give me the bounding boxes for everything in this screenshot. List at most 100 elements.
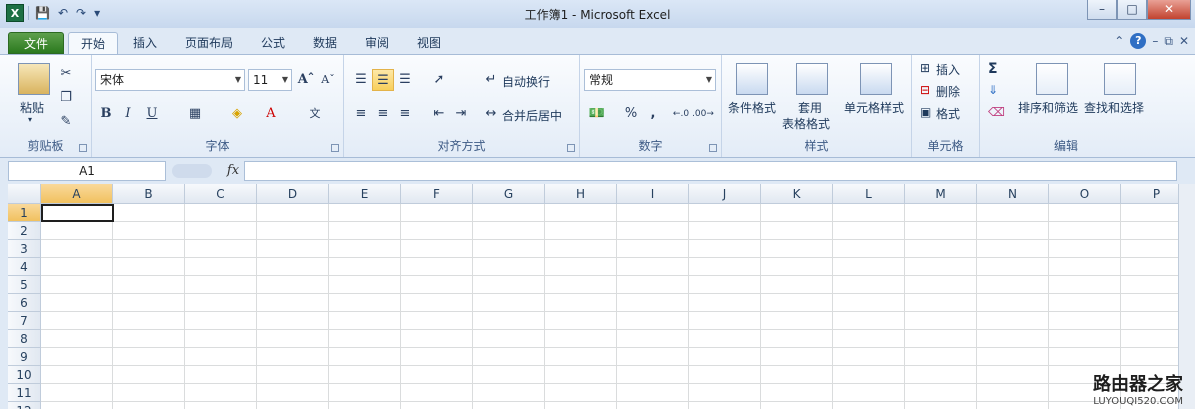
row-header[interactable]: 6 (8, 294, 41, 312)
column-header[interactable]: N (977, 184, 1049, 204)
italic-button[interactable]: I (117, 103, 139, 125)
name-box[interactable]: A1 (8, 161, 166, 181)
maximize-button[interactable]: □ (1117, 0, 1147, 20)
tab-view[interactable]: 视图 (408, 32, 450, 54)
align-middle-icon[interactable]: ☰ (372, 69, 394, 91)
insert-cells-icon[interactable]: ⊞ (920, 61, 930, 75)
paste-icon[interactable] (18, 63, 50, 95)
column-header[interactable]: E (329, 184, 401, 204)
number-format-combo[interactable]: 常规 ▼ (584, 69, 716, 91)
font-launcher-icon[interactable] (331, 144, 339, 152)
tab-home[interactable]: 开始 (68, 32, 118, 54)
insert-function-button[interactable]: fx (222, 161, 244, 181)
column-header[interactable]: I (617, 184, 689, 204)
row-header[interactable]: 5 (8, 276, 41, 294)
row-header[interactable]: 7 (8, 312, 41, 330)
row-header[interactable]: 4 (8, 258, 41, 276)
decrease-decimal-icon[interactable]: .00→ (692, 103, 714, 125)
column-header[interactable]: D (257, 184, 329, 204)
merge-center-icon[interactable]: ↔ (480, 103, 502, 125)
conditional-format-icon[interactable] (736, 63, 768, 95)
row-header[interactable]: 3 (8, 240, 41, 258)
increase-indent-icon[interactable]: ⇥ (450, 103, 472, 125)
tab-page-layout[interactable]: 页面布局 (176, 32, 242, 54)
clear-icon[interactable]: ⌫ (988, 105, 1005, 119)
column-header[interactable]: H (545, 184, 617, 204)
paste-button[interactable]: 粘贴 (20, 99, 44, 116)
workbook-minimize-icon[interactable]: – (1152, 34, 1158, 48)
formula-input[interactable] (244, 161, 1177, 181)
column-header[interactable]: O (1049, 184, 1121, 204)
cell-styles-button[interactable]: 单元格样式 (844, 99, 904, 116)
column-header[interactable]: G (473, 184, 545, 204)
sort-filter-button[interactable]: 排序和筛选 (1018, 99, 1078, 116)
paste-dropdown-icon[interactable]: ▾ (28, 115, 32, 124)
decrease-indent-icon[interactable]: ⇤ (428, 103, 450, 125)
close-button[interactable]: ✕ (1147, 0, 1191, 20)
find-select-icon[interactable] (1104, 63, 1136, 95)
tab-data[interactable]: 数据 (304, 32, 346, 54)
sort-filter-icon[interactable] (1036, 63, 1068, 95)
number-launcher-icon[interactable] (709, 144, 717, 152)
find-select-button[interactable]: 查找和选择 (1084, 99, 1144, 116)
font-size-combo[interactable]: 11 ▼ (248, 69, 292, 91)
font-name-combo[interactable]: 宋体 ▼ (95, 69, 245, 91)
align-right-icon[interactable]: ≡ (394, 103, 416, 125)
column-header[interactable]: P (1121, 184, 1178, 204)
select-all-button[interactable] (8, 184, 41, 204)
column-header[interactable]: C (185, 184, 257, 204)
align-left-icon[interactable]: ≡ (350, 103, 372, 125)
row-header[interactable]: 12 (8, 402, 41, 409)
minimize-button[interactable]: – (1087, 0, 1117, 20)
column-header[interactable]: J (689, 184, 761, 204)
row-header[interactable]: 11 (8, 384, 41, 402)
grow-font-icon[interactable]: Aˆ (295, 69, 317, 91)
row-header[interactable]: 9 (8, 348, 41, 366)
borders-icon[interactable]: ▦ (184, 103, 206, 125)
phonetic-icon[interactable]: 文 (304, 103, 326, 125)
wrap-text-icon[interactable]: ↵ (480, 69, 502, 91)
wrap-text-button[interactable]: 自动换行 (502, 73, 550, 90)
column-header[interactable]: L (833, 184, 905, 204)
help-icon[interactable]: ? (1130, 33, 1147, 49)
copy-icon[interactable]: ❐ (55, 87, 77, 109)
format-as-table-label-2[interactable]: 表格格式 (782, 115, 830, 132)
accounting-format-icon[interactable]: 💵 (586, 103, 608, 125)
underline-button[interactable]: U (141, 103, 163, 125)
comma-button[interactable]: , (642, 103, 664, 125)
autosum-icon[interactable]: Σ (988, 61, 998, 77)
clipboard-launcher-icon[interactable] (79, 144, 87, 152)
fill-icon[interactable]: ⇓ (988, 83, 998, 97)
format-as-table-icon[interactable] (796, 63, 828, 95)
workbook-close-icon[interactable]: ✕ (1179, 34, 1189, 48)
column-header[interactable]: K (761, 184, 833, 204)
row-header[interactable]: 8 (8, 330, 41, 348)
align-bottom-icon[interactable]: ☰ (394, 69, 416, 91)
tab-formulas[interactable]: 公式 (252, 32, 294, 54)
bold-button[interactable]: B (95, 103, 117, 125)
workbook-restore-icon[interactable]: ⧉ (1164, 34, 1173, 49)
tab-file[interactable]: 文件 (8, 32, 64, 54)
minimize-ribbon-icon[interactable]: ⌃ (1114, 34, 1124, 48)
percent-button[interactable]: % (620, 103, 642, 125)
worksheet-grid[interactable]: ABCDEFGHIJKLMNOP123456789101112 (8, 184, 1178, 409)
active-cell[interactable] (41, 204, 114, 222)
format-as-table-label-1[interactable]: 套用 (798, 99, 822, 116)
column-header[interactable]: B (113, 184, 185, 204)
delete-cells-button[interactable]: 删除 (936, 83, 960, 100)
alignment-launcher-icon[interactable] (567, 144, 575, 152)
conditional-format-button[interactable]: 条件格式 (728, 99, 776, 116)
format-painter-icon[interactable]: ✎ (55, 111, 77, 133)
insert-cells-button[interactable]: 插入 (936, 61, 960, 78)
cell-styles-icon[interactable] (860, 63, 892, 95)
format-cells-icon[interactable]: ▣ (920, 105, 931, 119)
align-top-icon[interactable]: ☰ (350, 69, 372, 91)
font-color-icon[interactable]: A (260, 103, 282, 125)
column-header[interactable]: A (41, 184, 113, 204)
tab-review[interactable]: 审阅 (356, 32, 398, 54)
merge-center-button[interactable]: 合并后居中 (502, 107, 562, 124)
column-header[interactable]: F (401, 184, 473, 204)
format-cells-button[interactable]: 格式 (936, 105, 960, 122)
increase-decimal-icon[interactable]: ←.0 (670, 103, 692, 125)
row-header[interactable]: 10 (8, 366, 41, 384)
